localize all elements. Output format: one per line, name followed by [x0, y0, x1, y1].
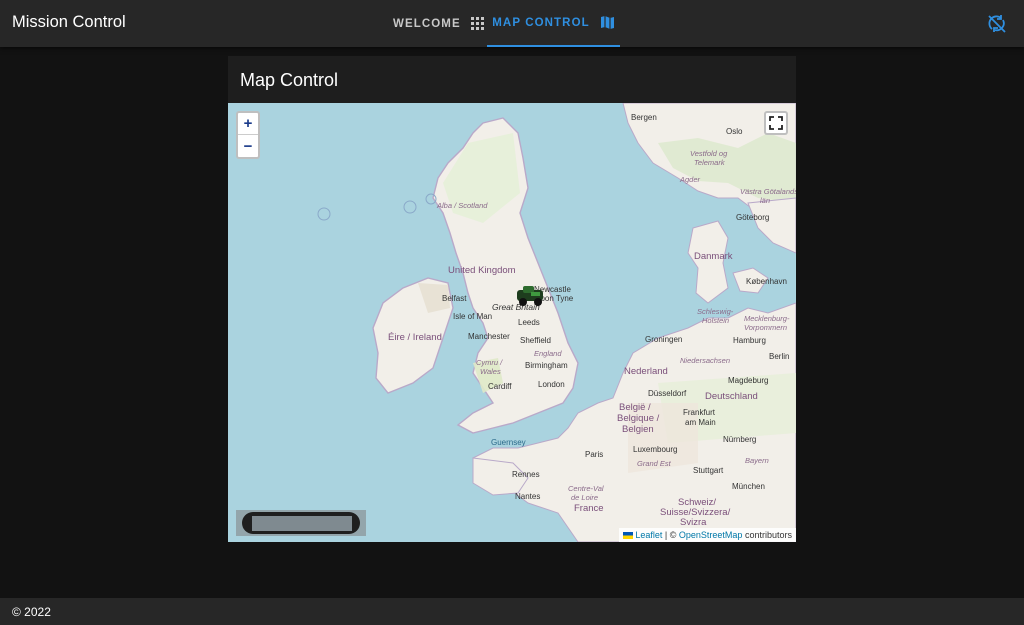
- vehicle-marker[interactable]: [515, 284, 547, 308]
- map-label: Telemark: [694, 158, 725, 167]
- map-label: Sheffield: [520, 336, 551, 345]
- map-label: Agder: [680, 175, 701, 184]
- map-label: Oslo: [726, 127, 743, 136]
- map-label: Belgique /: [617, 413, 660, 424]
- map-attribution: Leaflet | © OpenStreetMap contributors: [619, 528, 796, 542]
- map-label: Düsseldorf: [648, 389, 687, 398]
- map-label: Manchester: [468, 332, 510, 341]
- map-label: Paris: [585, 450, 604, 459]
- map-label: Vestfold og: [690, 149, 728, 158]
- attribution-suffix: contributors: [744, 530, 792, 540]
- copyright-text: © 2022: [12, 605, 51, 619]
- card-title: Map Control: [240, 70, 339, 90]
- fullscreen-icon: [769, 116, 783, 130]
- map-label: Västra Götalands: [740, 187, 796, 196]
- tab-map-control-label: MAP CONTROL: [492, 16, 590, 29]
- map-label: België /: [619, 402, 651, 413]
- map-label: Deutschland: [705, 391, 758, 402]
- app-header: Mission Control WELCOME MAP CONTROL: [0, 0, 1024, 47]
- zoom-control: + −: [236, 111, 260, 159]
- map-label: Cardiff: [488, 382, 512, 391]
- map-view[interactable]: Bergen Oslo Vestfold og Telemark Agder V…: [228, 103, 796, 542]
- map-label: Luxembourg: [633, 445, 678, 454]
- map-label: Svizra: [680, 517, 707, 528]
- map-label: Göteborg: [736, 213, 770, 222]
- map-label: Leeds: [518, 318, 540, 327]
- map-label: am Main: [685, 418, 716, 427]
- map-label: Centre-Val: [568, 484, 604, 493]
- map-control-card: Map Control Bergen Oslo Vestfold og Tele…: [228, 56, 796, 542]
- map-label: France: [574, 503, 604, 514]
- map-label: Magdeburg: [728, 376, 769, 385]
- map-label: Groningen: [645, 335, 683, 344]
- map-label: München: [732, 482, 765, 491]
- map-label: Belgien: [622, 424, 654, 435]
- map-label: Vorpommern: [744, 323, 788, 332]
- status-pill: [242, 512, 360, 534]
- map-label: Berlin: [769, 352, 790, 361]
- zoom-in-button[interactable]: +: [238, 113, 258, 135]
- map-label: London: [538, 380, 565, 389]
- map-label: Grand Est: [637, 459, 671, 468]
- map-label: Danmark: [694, 251, 733, 262]
- vehicle-icon: [517, 286, 543, 306]
- ukraine-flag-icon: [623, 532, 634, 540]
- map-label: Holstein: [702, 316, 730, 325]
- status-overlay: [236, 510, 366, 536]
- map-label: Cymru /: [476, 358, 503, 367]
- map-label: Nantes: [515, 492, 541, 501]
- map-label: Frankfurt: [683, 408, 716, 417]
- grid-icon: [470, 17, 484, 30]
- map-label: United Kingdom: [448, 265, 516, 276]
- map-label: Nederland: [624, 366, 668, 377]
- map-label: län: [760, 196, 771, 205]
- map-label: Bergen: [631, 113, 657, 122]
- fullscreen-button[interactable]: [764, 111, 788, 135]
- map-label: Bayern: [745, 456, 769, 465]
- map-label: England: [534, 349, 562, 358]
- map-label: Alba / Scotland: [437, 201, 488, 210]
- app-title: Mission Control: [12, 13, 126, 31]
- app-footer: © 2022: [0, 598, 1024, 625]
- zoom-out-button[interactable]: −: [238, 135, 258, 157]
- attribution-separator: | ©: [664, 530, 677, 540]
- map-label: Rennes: [512, 470, 540, 479]
- tab-welcome[interactable]: WELCOME: [393, 0, 484, 47]
- map-label: Hamburg: [733, 336, 766, 345]
- tab-map-control[interactable]: MAP CONTROL: [487, 0, 620, 47]
- map-label: Wales: [480, 367, 501, 376]
- map-label: Isle of Man: [453, 312, 493, 321]
- map-label: Mecklenburg-: [744, 314, 790, 323]
- map-label: de Loire: [571, 493, 599, 502]
- map-label: Stuttgart: [693, 466, 724, 475]
- map-label: Birmingham: [525, 361, 568, 370]
- sync-off-button[interactable]: [986, 13, 1008, 35]
- map-label: Niedersachsen: [680, 356, 731, 365]
- status-pill-fill: [252, 516, 352, 531]
- map-label: Nürnberg: [723, 435, 757, 444]
- map-label: Éire / Ireland: [388, 332, 442, 343]
- tab-welcome-label: WELCOME: [393, 17, 461, 30]
- map-label: Guernsey: [491, 438, 526, 447]
- osm-link[interactable]: OpenStreetMap: [679, 530, 743, 540]
- leaflet-link[interactable]: Leaflet: [635, 530, 662, 540]
- map-label: Schleswig-: [697, 307, 734, 316]
- map-label: Belfast: [442, 294, 467, 303]
- sync-off-icon: [988, 15, 1006, 33]
- map-label: København: [746, 277, 787, 286]
- map-icon: [600, 15, 615, 30]
